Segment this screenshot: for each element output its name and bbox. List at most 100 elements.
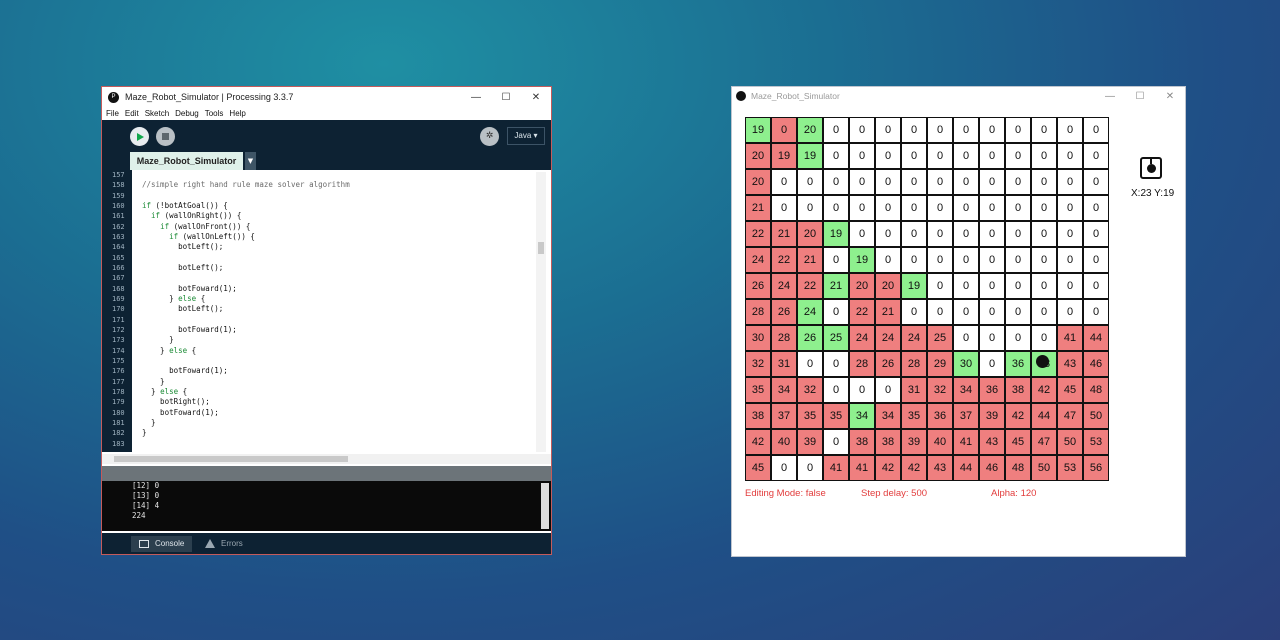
maze-cell[interactable]: 38 — [849, 429, 875, 455]
maze-cell[interactable]: 0 — [1057, 221, 1083, 247]
maze-cell[interactable]: 21 — [875, 299, 901, 325]
maze-cell[interactable]: 0 — [927, 195, 953, 221]
maze-cell[interactable]: 21 — [771, 221, 797, 247]
maze-cell[interactable]: 32 — [745, 351, 771, 377]
maze-cell[interactable]: 42 — [745, 429, 771, 455]
maze-cell[interactable]: 0 — [771, 195, 797, 221]
maze-cell[interactable]: 47 — [1057, 403, 1083, 429]
maze-cell[interactable]: 0 — [1057, 117, 1083, 143]
code-line[interactable]: botFoward(1); — [142, 284, 537, 294]
maze-cell[interactable]: 0 — [1031, 195, 1057, 221]
maze-cell[interactable]: 0 — [1005, 247, 1031, 273]
maze-cell[interactable]: 0 — [927, 143, 953, 169]
maze-cell[interactable]: 39 — [979, 403, 1005, 429]
minimize-button[interactable]: — — [1095, 91, 1125, 102]
maze-cell[interactable]: 0 — [953, 169, 979, 195]
maze-cell[interactable]: 0 — [979, 299, 1005, 325]
maze-cell[interactable]: 0 — [823, 351, 849, 377]
maze-cell[interactable]: 20 — [745, 169, 771, 195]
maze-cell[interactable]: 35 — [823, 403, 849, 429]
maze-cell[interactable]: 0 — [1057, 169, 1083, 195]
maze-cell[interactable]: 0 — [1031, 221, 1057, 247]
scroll-thumb[interactable] — [538, 242, 544, 254]
maze-cell[interactable]: 42 — [901, 455, 927, 481]
maze-cell[interactable]: 26 — [875, 351, 901, 377]
maze-cell[interactable]: 26 — [745, 273, 771, 299]
editor-vertical-scrollbar[interactable] — [536, 172, 546, 452]
maze-cell[interactable]: 0 — [823, 169, 849, 195]
errors-tab[interactable]: Errors — [197, 536, 251, 552]
maze-cell[interactable]: 34 — [849, 403, 875, 429]
maze-cell[interactable]: 0 — [1031, 273, 1057, 299]
maze-cell[interactable]: 24 — [901, 325, 927, 351]
maze-cell[interactable]: 0 — [797, 169, 823, 195]
maze-cell[interactable]: 0 — [901, 299, 927, 325]
maze-cell[interactable]: 19 — [771, 143, 797, 169]
tab-menu-button[interactable]: ▼ — [245, 152, 256, 170]
maze-cell[interactable]: 0 — [849, 195, 875, 221]
maze-cell[interactable]: 0 — [953, 117, 979, 143]
maze-cell[interactable]: 47 — [1031, 429, 1057, 455]
maze-cell[interactable]: 0 — [1083, 273, 1109, 299]
tab-maze-robot-simulator[interactable]: Maze_Robot_Simulator — [130, 152, 243, 170]
maze-cell[interactable]: 0 — [1005, 169, 1031, 195]
maze-cell[interactable]: 20 — [797, 117, 823, 143]
maze-cell[interactable]: 26 — [771, 299, 797, 325]
maze-cell[interactable]: 0 — [1057, 273, 1083, 299]
maze-cell[interactable]: 0 — [875, 247, 901, 273]
maze-cell[interactable]: 26 — [797, 325, 823, 351]
console-scrollbar[interactable] — [541, 483, 549, 529]
maze-cell[interactable]: 19 — [849, 247, 875, 273]
maze-cell[interactable]: 0 — [1005, 143, 1031, 169]
maze-cell[interactable]: 0 — [1005, 299, 1031, 325]
maze-cell[interactable]: 32 — [927, 377, 953, 403]
maze-cell[interactable]: 0 — [927, 169, 953, 195]
maze-cell[interactable]: 42 — [1005, 403, 1031, 429]
code-line[interactable]: if (!botAtGoal()) { — [142, 201, 537, 211]
maze-cell[interactable]: 0 — [771, 455, 797, 481]
maze-cell[interactable]: 0 — [1031, 117, 1057, 143]
maze-cell[interactable]: 37 — [771, 403, 797, 429]
maze-cell[interactable]: 31 — [901, 377, 927, 403]
maze-cell[interactable]: 0 — [1005, 195, 1031, 221]
code-line[interactable] — [142, 253, 537, 263]
maze-cell[interactable]: 0 — [1005, 117, 1031, 143]
maze-cell[interactable]: 28 — [849, 351, 875, 377]
maze-cell[interactable]: 39 — [797, 429, 823, 455]
maze-cell[interactable]: 0 — [1005, 273, 1031, 299]
maze-cell[interactable]: 0 — [927, 299, 953, 325]
maze-cell[interactable]: 0 — [953, 221, 979, 247]
maze-cell[interactable]: 0 — [875, 169, 901, 195]
maze-cell[interactable]: 50 — [1083, 403, 1109, 429]
menu-help[interactable]: Help — [229, 109, 245, 118]
code-line[interactable] — [142, 356, 537, 366]
maze-cell[interactable]: 41 — [1057, 325, 1083, 351]
stop-button[interactable] — [156, 127, 175, 146]
maze-cell[interactable]: 56 — [1083, 455, 1109, 481]
maze-cell[interactable]: 41 — [823, 455, 849, 481]
maze-cell[interactable]: 32 — [797, 377, 823, 403]
maze-cell[interactable]: 0 — [771, 117, 797, 143]
maze-cell[interactable]: 19 — [901, 273, 927, 299]
maze-cell[interactable]: 28 — [745, 299, 771, 325]
maze-cell[interactable]: 22 — [745, 221, 771, 247]
maze-cell[interactable]: 19 — [823, 221, 849, 247]
maze-cell[interactable]: 22 — [797, 273, 823, 299]
maze-cell[interactable]: 45 — [745, 455, 771, 481]
code-line[interactable]: botRight(); — [142, 397, 537, 407]
menu-debug[interactable]: Debug — [175, 109, 199, 118]
maze-cell[interactable]: 24 — [849, 325, 875, 351]
code-line[interactable]: if (wallOnLeft()) { — [142, 232, 537, 242]
maze-cell[interactable]: 0 — [953, 195, 979, 221]
mode-selector[interactable]: Java ▾ — [507, 127, 545, 145]
maze-cell[interactable]: 0 — [823, 195, 849, 221]
code-line[interactable]: } — [142, 335, 537, 345]
maze-cell[interactable]: 0 — [979, 143, 1005, 169]
code-line[interactable]: } else { — [142, 294, 537, 304]
maze-cell[interactable]: 19 — [797, 143, 823, 169]
maze-cell[interactable]: 45 — [1057, 377, 1083, 403]
maze-cell[interactable]: 0 — [1057, 247, 1083, 273]
maze-cell[interactable]: 25 — [927, 325, 953, 351]
maze-cell[interactable]: 0 — [979, 247, 1005, 273]
editor-horizontal-scrollbar[interactable] — [102, 454, 551, 464]
